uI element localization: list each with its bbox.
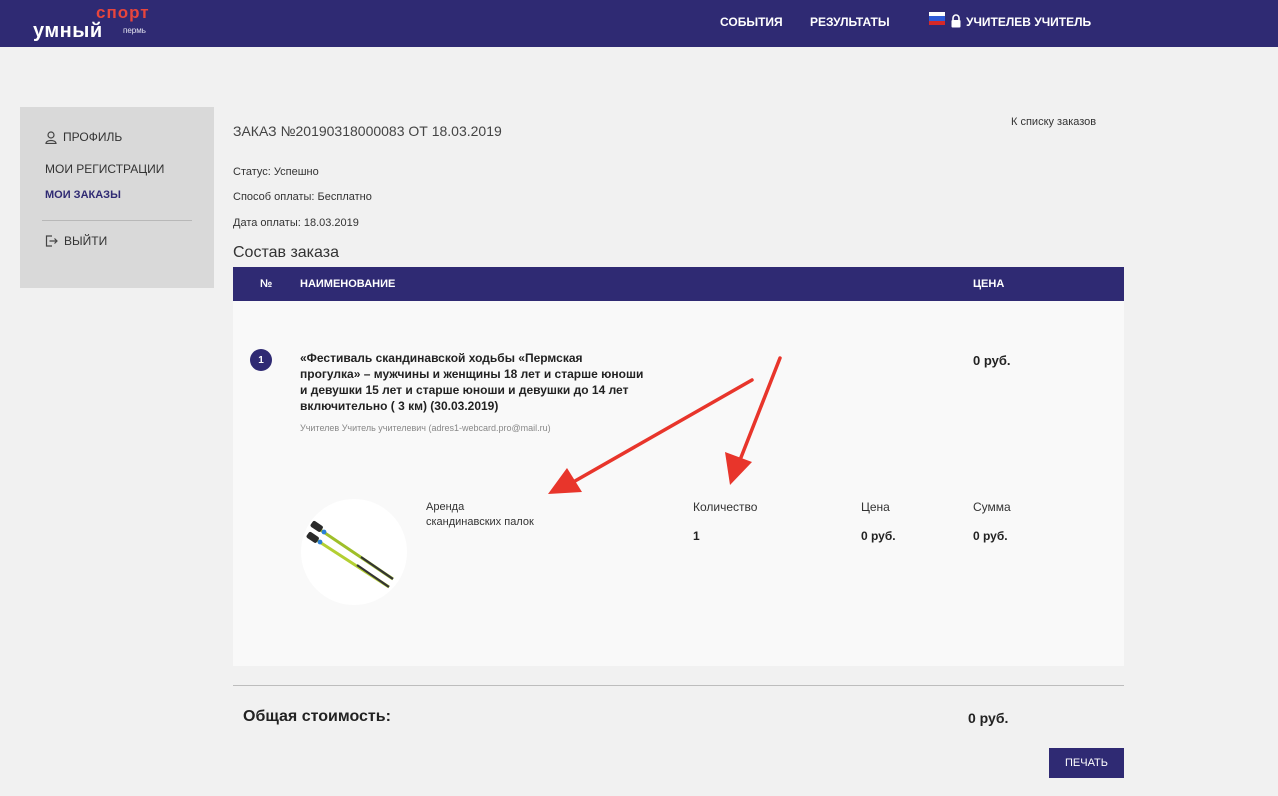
item-event-name: «Фестиваль скандинавской ходьбы «Пермска…	[300, 351, 644, 413]
lock-icon	[951, 14, 961, 28]
addon-name-line1: Аренда	[426, 501, 465, 513]
addon-quantity-value: 1	[693, 529, 700, 543]
order-status: Статус: Успешно	[233, 166, 319, 178]
col-price-header: ЦЕНА	[973, 278, 1005, 290]
sidebar-divider	[42, 220, 192, 221]
sidebar-item-logout-label: ВЫЙТИ	[64, 234, 108, 248]
logo-city-text: пермь	[123, 26, 146, 35]
nav-results-link[interactable]: РЕЗУЛЬТАТЫ	[810, 15, 890, 29]
sidebar-item-registrations-label: МОИ РЕГИСТРАЦИИ	[45, 162, 165, 176]
item-participant: Учителев Учитель учителевич (adres1-webc…	[300, 423, 551, 433]
russian-flag-icon[interactable]	[929, 12, 945, 25]
addon-name: Аренда скандинавских палок	[426, 500, 534, 530]
total-value: 0 руб.	[968, 710, 1009, 726]
user-icon	[45, 130, 57, 144]
item-price: 0 руб.	[973, 353, 1011, 368]
order-item-row: 1 «Фестиваль скандинавской ходьбы «Пермс…	[233, 301, 1124, 666]
back-to-orders-link[interactable]: К списку заказов	[1011, 116, 1096, 128]
col-number-header: №	[260, 278, 273, 290]
addon-price-value: 0 руб.	[861, 529, 896, 543]
user-name-link[interactable]: УЧИТЕЛЕВ УЧИТЕЛЬ	[966, 15, 1091, 29]
sidebar-item-orders[interactable]: МОИ ЗАКАЗЫ	[45, 189, 121, 201]
top-bar: умный спорт пермь СОБЫТИЯ РЕЗУЛЬТАТЫ УЧИ…	[0, 0, 1278, 47]
addon-name-line2: скандинавских палок	[426, 516, 534, 528]
sidebar: ПРОФИЛЬ МОИ РЕГИСТРАЦИИ МОИ ЗАКАЗЫ ВЫЙТИ	[20, 107, 214, 288]
sidebar-item-profile-label: ПРОФИЛЬ	[63, 130, 123, 144]
order-payment-date: Дата оплаты: 18.03.2019	[233, 217, 359, 229]
sidebar-item-logout[interactable]: ВЫЙТИ	[45, 234, 107, 248]
sidebar-item-registrations[interactable]: МОИ РЕГИСТРАЦИИ	[45, 162, 164, 176]
nav-events-link[interactable]: СОБЫТИЯ	[720, 15, 783, 29]
order-table-header: № НАИМЕНОВАНИЕ ЦЕНА	[233, 267, 1124, 301]
nordic-poles-illustration	[306, 520, 394, 589]
order-payment-method: Способ оплаты: Бесплатно	[233, 191, 372, 203]
order-contents-title: Состав заказа	[233, 244, 339, 261]
logo-main-text: умный	[33, 20, 103, 42]
total-divider	[233, 685, 1124, 686]
logout-icon	[45, 235, 58, 247]
nordic-poles-icon	[301, 499, 407, 605]
item-number-badge: 1	[250, 349, 272, 371]
addon-sum-value: 0 руб.	[973, 529, 1008, 543]
logo-sport-text: спорт	[96, 3, 150, 22]
sidebar-item-orders-label: МОИ ЗАКАЗЫ	[45, 189, 121, 201]
addon-quantity-label: Количество	[693, 500, 758, 514]
order-title: ЗАКАЗ №20190318000083 ОТ 18.03.2019	[233, 123, 502, 139]
sidebar-item-profile[interactable]: ПРОФИЛЬ	[45, 130, 122, 144]
addon-sum-label: Сумма	[973, 500, 1011, 514]
addon-price-label: Цена	[861, 500, 890, 514]
col-name-header: НАИМЕНОВАНИЕ	[300, 278, 396, 290]
print-button[interactable]: ПЕЧАТЬ	[1049, 748, 1124, 778]
total-label: Общая стоимость:	[243, 708, 391, 725]
